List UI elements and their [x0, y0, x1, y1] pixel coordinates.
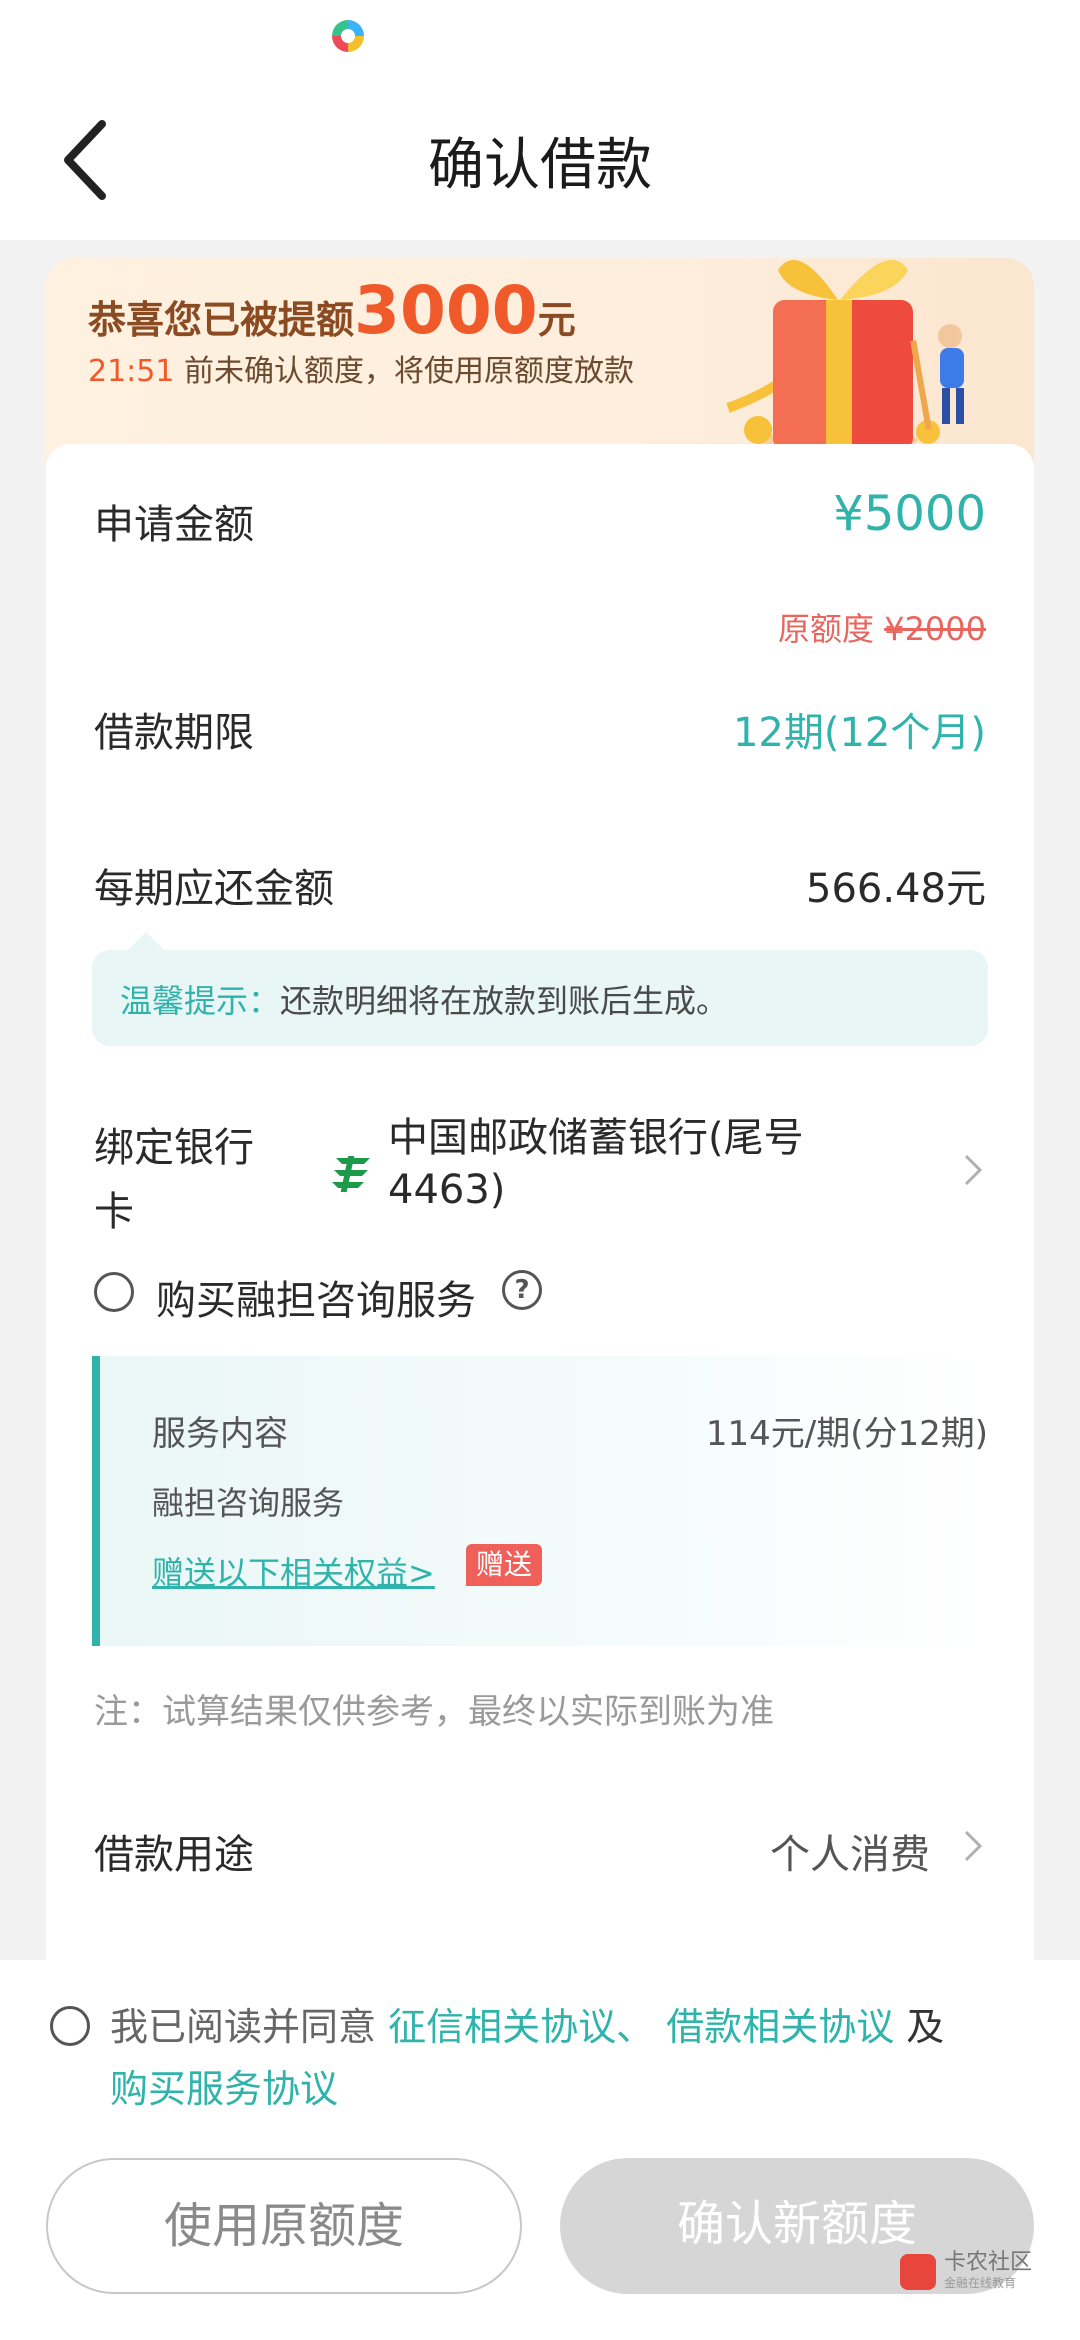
- agreement-prefix: 我已阅读并同意: [110, 2005, 389, 2049]
- gift-box-icon: [726, 260, 964, 450]
- watermark-title: 卡农社区: [944, 2250, 1033, 2275]
- banner-amount: 3000: [354, 272, 538, 349]
- chevron-right-icon[interactable]: [958, 1150, 988, 1190]
- banner-prefix: 恭喜您已被提额: [88, 298, 355, 342]
- status-bar: [0, 0, 1080, 80]
- watermark-logo-icon: [900, 2253, 936, 2290]
- use-original-limit-button[interactable]: 使用原额度: [46, 2158, 522, 2294]
- service-agreement-link[interactable]: 购买服务协议: [110, 2067, 338, 2111]
- old-limit: 原额度 ¥2000: [778, 604, 986, 650]
- bank-card-label: 绑定银行卡: [94, 1125, 254, 1235]
- tip-content: 还款明细将在放款到账后生成。: [280, 982, 729, 1020]
- service-name: 融担咨询服务: [152, 1484, 345, 1522]
- bank-card-value[interactable]: 中国邮政储蓄银行(尾号4463): [388, 1112, 868, 1216]
- banner-deadline: 21:51: [88, 354, 175, 389]
- service-content-title: 服务内容: [152, 1414, 288, 1454]
- service-radio[interactable]: [94, 1272, 134, 1312]
- watermark-text-block: 卡农社区 金融在线教育: [944, 2252, 1032, 2291]
- postal-bank-icon: [332, 1156, 370, 1192]
- old-limit-label: 原额度: [778, 610, 885, 648]
- watermark-subtitle: 金融在线教育: [944, 2276, 1017, 2290]
- purpose-chevron-right-icon[interactable]: [958, 1826, 988, 1866]
- old-limit-value: ¥2000: [884, 610, 986, 648]
- estimate-note: 注：试算结果仅供参考，最终以实际到账为准: [94, 1692, 774, 1732]
- banner-headline: 恭喜您已被提额3000元: [88, 272, 576, 349]
- banner-subtext: 21:51 前未确认额度，将使用原额度放款: [88, 346, 634, 390]
- term-label: 借款期限: [94, 710, 254, 756]
- service-checkbox-label[interactable]: 购买融担咨询服务: [156, 1268, 476, 1326]
- installment-value: 566.48元: [806, 866, 986, 912]
- agreement-text: 我已阅读并同意 征信相关协议、 借款相关协议 及购买服务协议: [110, 1996, 1010, 2120]
- app-status-icon: [332, 20, 364, 52]
- tip-label: 温馨提示：: [120, 982, 281, 1020]
- tip-text: 温馨提示：还款明细将在放款到账后生成。: [120, 976, 728, 1022]
- banner-message: 前未确认额度，将使用原额度放款: [174, 354, 635, 389]
- credit-increase-banner: 恭喜您已被提额3000元 21:51 前未确认额度，将使用原额度放款: [46, 258, 1034, 468]
- benefit-link[interactable]: 赠送以下相关权益>: [152, 1548, 435, 1594]
- amount-label: 申请金额: [94, 502, 254, 548]
- purpose-label: 借款用途: [94, 1832, 254, 1878]
- loan-agreement-link[interactable]: 借款相关协议: [654, 2005, 894, 2049]
- nav-bar: 确认借款: [0, 80, 1080, 240]
- amount-value: ¥5000: [833, 486, 986, 542]
- agreement-radio[interactable]: [50, 2006, 90, 2046]
- help-icon[interactable]: ?: [502, 1270, 542, 1310]
- service-price: 114元/期(分12期): [705, 1414, 988, 1454]
- credit-agreement-link[interactable]: 征信相关协议、: [388, 2005, 654, 2049]
- loan-detail-card: 申请金额 ¥5000 原额度 ¥2000 借款期限 12期(12个月) 每期应还…: [46, 444, 1034, 1974]
- installment-label: 每期应还金额: [94, 866, 334, 912]
- service-detail-box: 服务内容 114元/期(分12期) 融担咨询服务 赠送以下相关权益> 赠送: [92, 1356, 988, 1646]
- banner-suffix: 元: [537, 298, 576, 342]
- watermark: 卡农社区 金融在线教育: [900, 2252, 1032, 2291]
- term-value[interactable]: 12期(12个月): [733, 700, 986, 758]
- agreement-and: 及: [894, 2005, 945, 2049]
- purpose-value[interactable]: 个人消费: [770, 1822, 930, 1880]
- gift-badge: 赠送: [466, 1544, 543, 1586]
- page-title: 确认借款: [428, 133, 652, 198]
- repayment-tip: 温馨提示：还款明细将在放款到账后生成。: [92, 932, 988, 1046]
